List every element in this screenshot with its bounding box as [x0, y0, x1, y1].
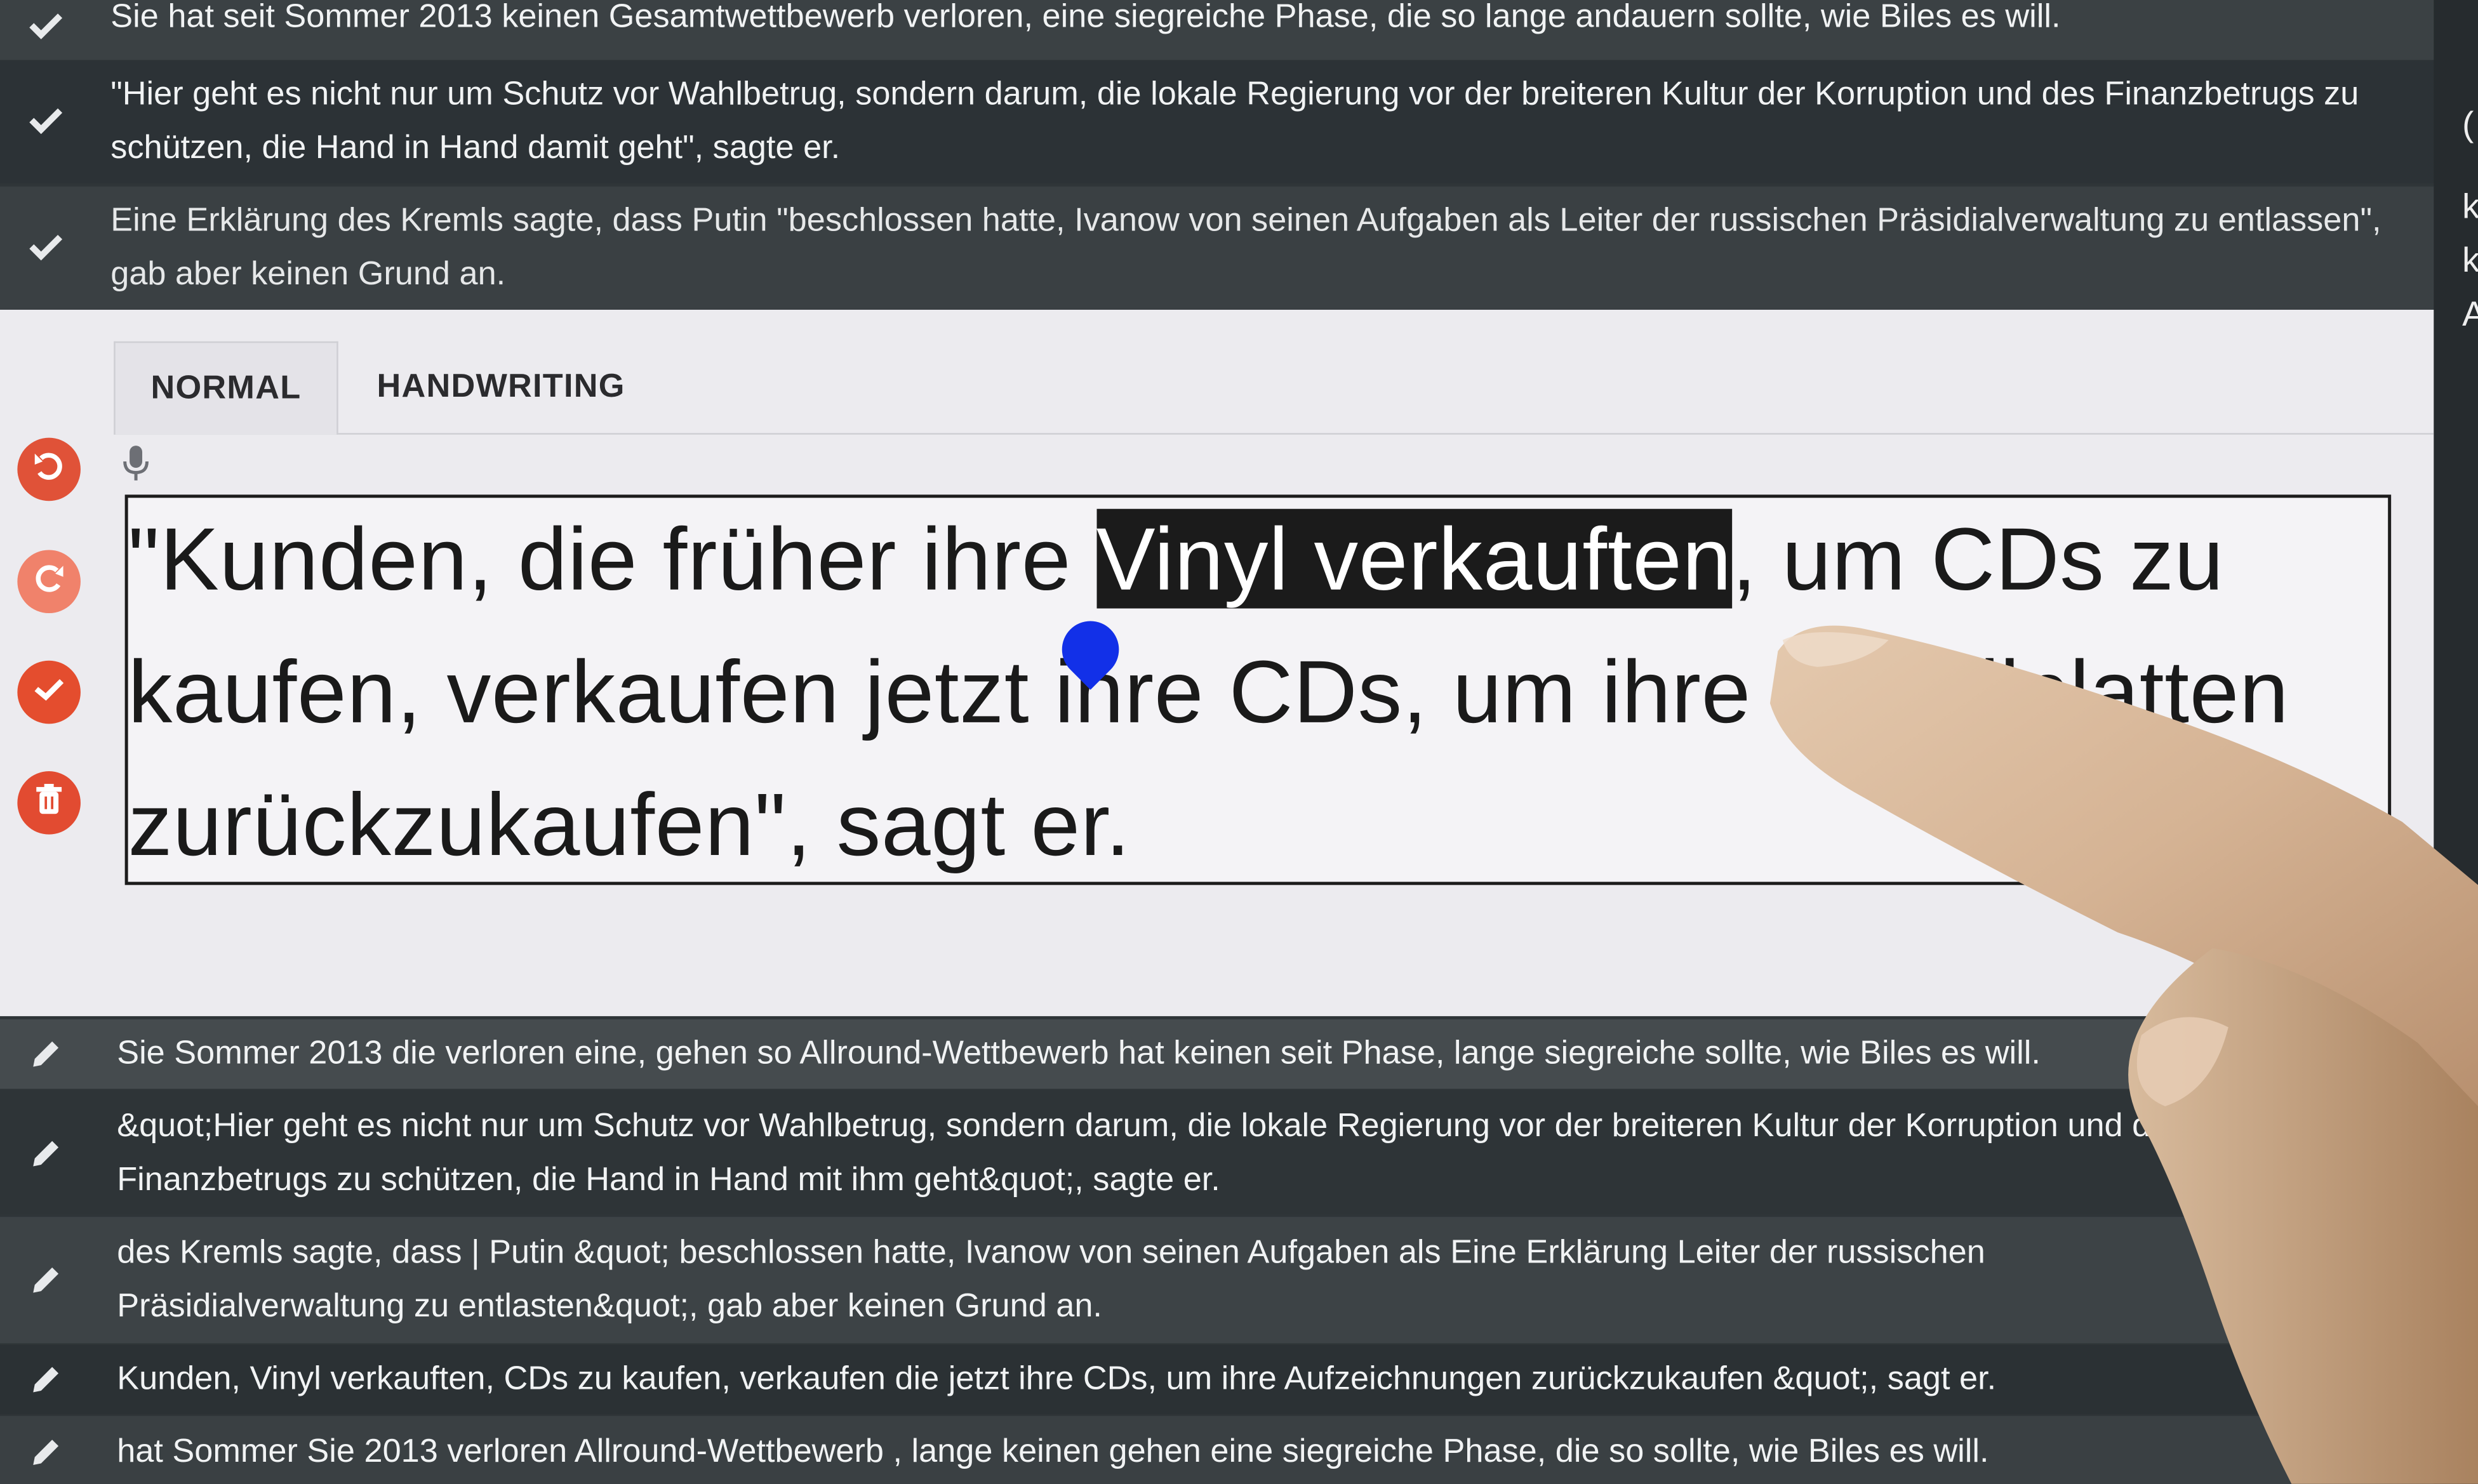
redo-icon — [32, 560, 67, 603]
undo-button[interactable] — [17, 437, 81, 501]
cut-off-text: ( — [2462, 104, 2474, 144]
right-panel-edge: ( k k A — [2434, 0, 2478, 1484]
list-item[interactable]: Kunden, Vinyl verkauften, CDs zu kaufen,… — [0, 1344, 2434, 1415]
text-line: zurückzukaufen", sagt er. — [128, 774, 1131, 874]
cut-off-text: A — [2462, 294, 2478, 335]
sentence-editor: NORMAL HANDWRITING "Kunden, die früher i… — [0, 310, 2434, 1016]
delete-button[interactable] — [17, 771, 81, 835]
sentence-text: hat Sommer Sie 2013 verloren Allround-We… — [117, 1433, 1989, 1470]
check-icon — [27, 101, 65, 139]
confirm-button[interactable] — [17, 660, 81, 724]
list-item[interactable]: "Hier geht es nicht nur um Schutz vor Wa… — [0, 60, 2434, 183]
sentence-text: Eine Erklärung des Kremls sagte, dass Pu… — [110, 202, 2381, 293]
redo-button[interactable] — [17, 550, 81, 614]
check-icon — [32, 674, 67, 710]
list-item[interactable]: &quot;Hier geht es nicht nur um Schutz v… — [0, 1090, 2434, 1214]
pencil-icon — [27, 1135, 65, 1173]
pencil-icon — [27, 1261, 65, 1299]
sentence-text: "Hier geht es nicht nur um Schutz vor Wa… — [110, 76, 2359, 166]
pencil-icon — [27, 1433, 65, 1471]
list-item[interactable]: Sie Sommer 2013 die verloren eine, gehen… — [0, 1019, 2434, 1089]
list-item[interactable]: des Kremls sagte, dass | Putin &quot; be… — [0, 1217, 2434, 1344]
list-item[interactable]: Eine Erklärung des Kremls sagte, dass Pu… — [0, 186, 2434, 310]
translation-textarea[interactable]: "Kunden, die früher ihre Vinyl verkaufte… — [124, 494, 2392, 885]
tab-handwriting[interactable]: HANDWRITING — [351, 341, 651, 433]
screen-photo: Sie hat seit Sommer 2013 keinen Gesamtwe… — [0, 0, 2478, 1484]
undo-icon — [32, 448, 67, 491]
list-item[interactable]: Sie hat seit Sommer 2013 keinen Gesamtwe… — [0, 0, 2434, 60]
check-icon — [27, 228, 65, 266]
microphone-icon[interactable] — [122, 444, 150, 482]
cut-off-text: k — [2462, 186, 2478, 227]
tab-normal[interactable]: NORMAL — [114, 341, 338, 435]
text-segment: , um CDs zu — [1731, 508, 2224, 609]
trash-icon — [35, 783, 63, 823]
text-line: kaufen, verkaufen jetzt ihre CDs, um ihr… — [128, 641, 2289, 741]
text-segment: "Kunden, die früher ihre — [128, 508, 1096, 609]
check-icon — [27, 6, 65, 44]
selected-text[interactable]: Vinyl verkauften — [1096, 508, 1732, 609]
sentence-text: Kunden, Vinyl verkauften, CDs zu kaufen,… — [117, 1360, 1997, 1397]
pencil-icon — [27, 1361, 65, 1399]
cut-off-text: k — [2462, 240, 2478, 280]
text-line: "Kunden, die früher ihre Vinyl verkaufte… — [128, 507, 2224, 610]
pencil-icon — [27, 1035, 65, 1073]
list-item[interactable]: hat Sommer Sie 2013 verloren Allround-We… — [0, 1415, 2434, 1484]
sentence-text: des Kremls sagte, dass | Putin &quot; be… — [117, 1234, 1985, 1325]
input-mode-tabs: NORMAL HANDWRITING — [114, 341, 2434, 435]
sentence-text: Sie Sommer 2013 die verloren eine, gehen… — [117, 1035, 2041, 1072]
sentence-text: &quot;Hier geht es nicht nur um Schutz v… — [117, 1108, 2186, 1198]
sentence-text: Sie hat seit Sommer 2013 keinen Gesamtwe… — [110, 0, 2061, 35]
app-viewport: Sie hat seit Sommer 2013 keinen Gesamtwe… — [0, 0, 2478, 1484]
